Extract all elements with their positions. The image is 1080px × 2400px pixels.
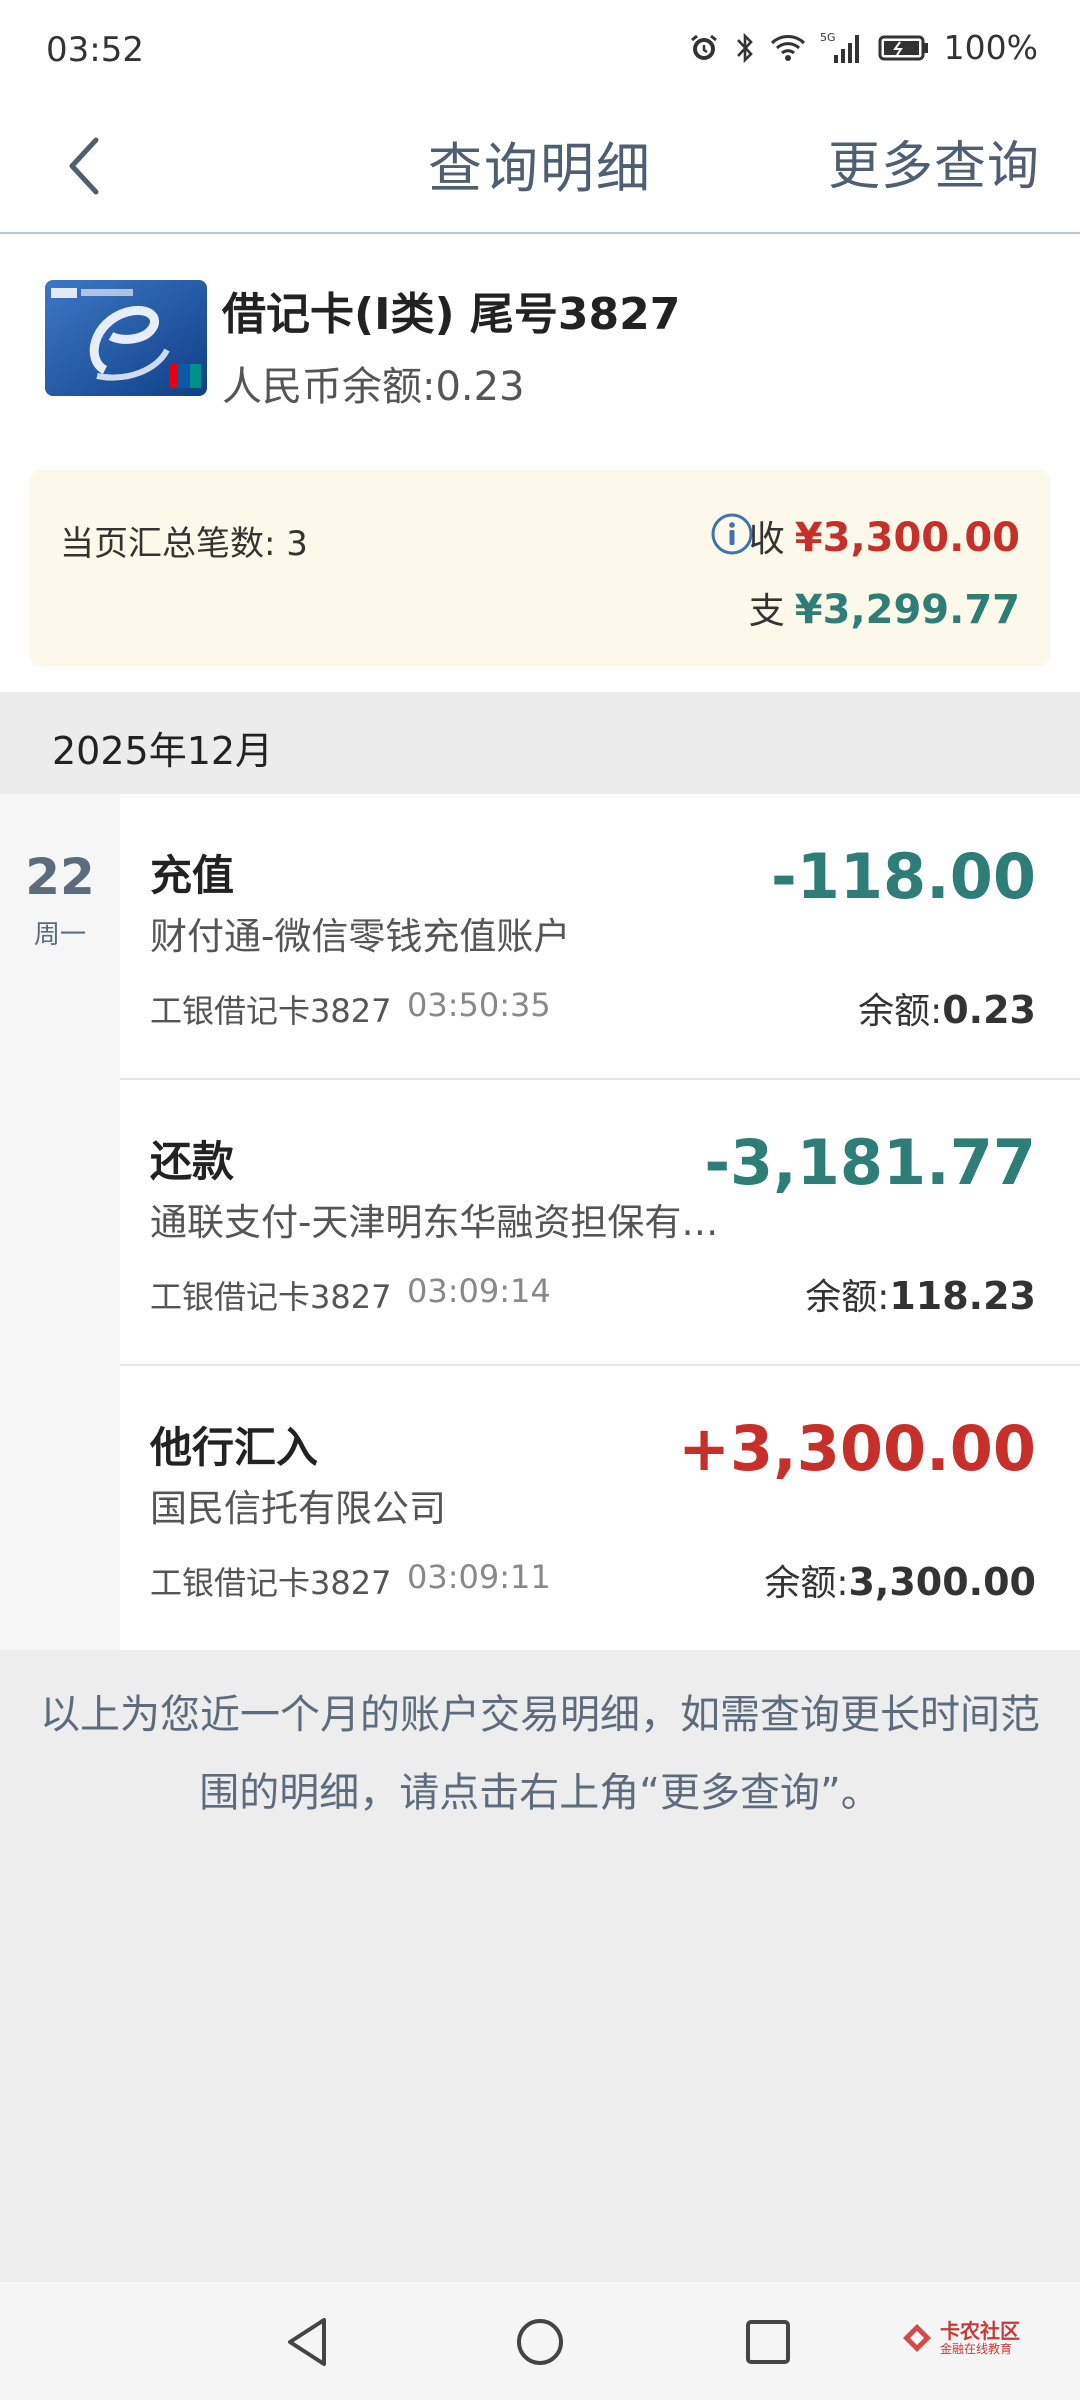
wifi-icon	[770, 34, 805, 61]
bank-card-image	[45, 280, 207, 396]
footer-note: 以上为您近一个月的账户交易明细，如需查询更长时间范围的明细，请点击右上角“更多查…	[40, 1692, 1040, 1816]
transaction-desc: 国民信托有限公司	[150, 1487, 446, 1530]
transaction-desc: 通联支付-天津明东华融资担保有…	[150, 1201, 719, 1244]
transaction-type: 还款	[150, 1137, 235, 1186]
date-column: 22 周一	[0, 794, 120, 1650]
weekday: 周一	[33, 920, 86, 950]
transaction-amount: +3,300.00	[678, 1412, 1036, 1485]
expense-amount: ¥3,299.77	[794, 587, 1020, 633]
month-label: 2025年12月	[52, 729, 274, 773]
account-name: 借记卡(I类) 尾号3827	[222, 289, 681, 340]
balance-value: 3,300.00	[848, 1560, 1036, 1604]
transaction-list: 22 周一 充值 财付通-微信零钱充值账户 工银借记卡3827 03:50:35…	[0, 794, 1080, 1650]
page-summary: 当页汇总笔数: 3 收 ¥3,300.00 支 ¥3,299.77	[30, 470, 1050, 666]
month-header: 2025年12月	[0, 694, 1080, 794]
transaction-desc: 财付通-微信零钱充值账户	[150, 915, 571, 958]
alarm-icon	[690, 34, 717, 60]
bluetooth-icon	[736, 32, 753, 63]
transaction-balance: 余额:3,300.00	[764, 1554, 1036, 1606]
transaction-account: 工银借记卡3827	[150, 992, 392, 1030]
transaction-row[interactable]: 他行汇入 国民信托有限公司 工银借记卡3827 03:09:11 +3,300.…	[120, 1366, 1080, 1650]
day-number: 22	[25, 848, 95, 906]
status-bar: 03:52 5G 100%	[0, 0, 1080, 100]
status-time: 03:52	[46, 30, 144, 70]
transaction-row[interactable]: 充值 财付通-微信零钱充值账户 工银借记卡3827 03:50:35 -118.…	[120, 794, 1080, 1080]
summary-expense: 支 ¥3,299.77	[749, 582, 1020, 634]
info-icon[interactable]	[710, 512, 754, 556]
battery-icon	[878, 35, 928, 60]
summary-income: 收 ¥3,300.00	[749, 510, 1020, 562]
system-nav-bar: 卡农社区 金融在线教育	[0, 2282, 1080, 2400]
summary-count: 当页汇总笔数: 3	[60, 524, 308, 564]
svg-text:5G: 5G	[820, 31, 836, 44]
income-label: 收	[748, 519, 785, 560]
status-icons: 5G 100%	[688, 28, 1038, 67]
nav-back-icon[interactable]	[278, 2312, 338, 2372]
transaction-balance: 余额:0.23	[858, 982, 1036, 1034]
transaction-type: 他行汇入	[150, 1423, 319, 1472]
balance-label: 余额:	[858, 991, 943, 1032]
transaction-account: 工银借记卡3827	[150, 1278, 392, 1316]
transaction-balance: 余额:118.23	[805, 1268, 1036, 1320]
watermark-logo-icon	[903, 2324, 931, 2352]
transaction-amount: -3,181.77	[704, 1126, 1036, 1199]
transaction-time: 03:50:35	[407, 986, 551, 1024]
transaction-row[interactable]: 还款 通联支付-天津明东华融资担保有… 工银借记卡3827 03:09:14 -…	[120, 1080, 1080, 1366]
balance-label: 余额:	[764, 1563, 849, 1604]
signal-icon: 5G	[820, 31, 859, 63]
more-query-button[interactable]: 更多查询	[828, 124, 1040, 199]
nav-home-icon[interactable]	[510, 2312, 570, 2372]
nav-recents-icon[interactable]	[738, 2312, 798, 2372]
transaction-time: 03:09:11	[407, 1558, 551, 1596]
transaction-amount: -118.00	[771, 840, 1036, 913]
watermark-brand: 卡农社区	[940, 2319, 1020, 2343]
account-balance: 人民币余额:0.23	[222, 364, 525, 410]
battery-percent: 100%	[943, 28, 1038, 67]
balance-value: 0.23	[942, 988, 1036, 1032]
balance-value: 118.23	[889, 1274, 1036, 1318]
transaction-time: 03:09:14	[407, 1272, 551, 1310]
top-nav: 查询明细 更多查询	[0, 100, 1080, 234]
expense-label: 支	[748, 591, 785, 632]
income-amount: ¥3,300.00	[794, 515, 1020, 561]
transaction-account: 工银借记卡3827	[150, 1564, 392, 1602]
transaction-type: 充值	[150, 851, 235, 900]
account-header: 借记卡(I类) 尾号3827 人民币余额:0.23 当页汇总笔数: 3 收 ¥3…	[0, 234, 1080, 692]
watermark-sub: 金融在线教育	[940, 2342, 1013, 2356]
balance-label: 余额:	[805, 1277, 890, 1318]
watermark: 卡农社区 金融在线教育	[900, 2320, 1020, 2356]
